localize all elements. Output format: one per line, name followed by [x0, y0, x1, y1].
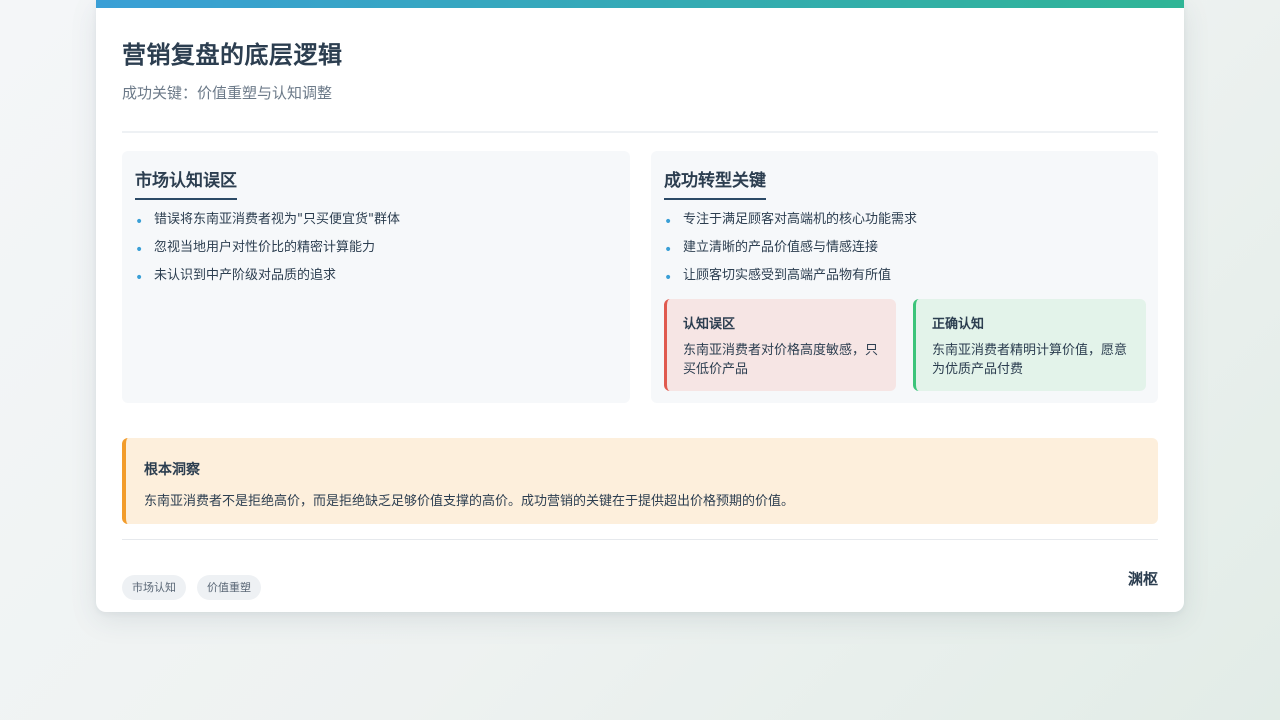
list-item: • 让顾客切实感受到高端产品物有所值 — [664, 267, 917, 295]
list-item-text: 建立清晰的产品价值感与情感连接 — [683, 240, 879, 255]
brand-name: 渊枢 — [1127, 570, 1158, 588]
bullet-list: • 专注于满足顾客对高端机的核心功能需求 • 建立清晰的产品价值感与情感连接 • 让顾… — [664, 211, 917, 295]
wrong-perception-text: 东南亚消费者对价格高度敏感，只买低价产品 — [683, 343, 879, 377]
bullet-dot-icon: • — [135, 214, 144, 230]
bullet-dot-icon: • — [135, 270, 144, 286]
wrong-perception-box: 认知误区 东南亚消费者对价格高度敏感，只买低价产品 — [664, 299, 896, 391]
list-item-text: 让顾客切实感受到高端产品物有所值 — [683, 268, 892, 283]
insight-callout: 根本洞察 东南亚消费者不是拒绝高价，而是拒绝缺乏足够价值支撑的高价。成功营销的关… — [122, 438, 1158, 524]
correct-perception-text: 东南亚消费者精明计算价值，愿意为优质产品付费 — [932, 343, 1128, 377]
correct-perception-box: 正确认知 东南亚消费者精明计算价值，愿意为优质产品付费 — [913, 299, 1146, 391]
list-item-text: 错误将东南亚消费者视为"只买便宜货"群体 — [154, 212, 400, 227]
insight-text: 东南亚消费者不是拒绝高价，而是拒绝缺乏足够价值支撑的高价。成功营销的关键在于提供… — [144, 494, 795, 509]
tag-value-reshape[interactable]: 价值重塑 — [197, 575, 261, 600]
page-subtitle: 成功关键：价值重塑与认知调整 — [122, 84, 333, 102]
top-accent-bar — [96, 0, 1184, 8]
bullet-dot-icon: • — [664, 242, 673, 258]
content-card: 营销复盘的底层逻辑 成功关键：价值重塑与认知调整 市场认知误区 • 错误将东南亚消… — [96, 0, 1184, 612]
list-item-text: 忽视当地用户对性价比的精密计算能力 — [154, 240, 376, 255]
bullet-dot-icon: • — [135, 242, 144, 258]
correct-perception-title: 正确认知 — [932, 317, 985, 332]
success-panel: 成功转型关键 • 专注于满足顾客对高端机的核心功能需求 • 建立清晰的产品价值感与情… — [651, 151, 1158, 403]
list-item: • 建立清晰的产品价值感与情感连接 — [664, 239, 917, 267]
footer-divider — [122, 539, 1158, 540]
list-item: • 忽视当地用户对性价比的精密计算能力 — [135, 239, 400, 267]
bullet-dot-icon: • — [664, 270, 673, 286]
bullet-list: • 错误将东南亚消费者视为"只买便宜货"群体 • 忽视当地用户对性价比的精密计算能力… — [135, 211, 400, 295]
wrong-perception-title: 认知误区 — [683, 317, 736, 332]
panel-title: 成功转型关键 — [664, 166, 766, 200]
tag-list: 市场认知 价值重塑 — [122, 575, 261, 600]
insight-title: 根本洞察 — [144, 462, 200, 478]
list-item: • 错误将东南亚消费者视为"只买便宜货"群体 — [135, 211, 400, 239]
list-item-text: 专注于满足顾客对高端机的核心功能需求 — [683, 212, 918, 227]
list-item-text: 未认识到中产阶级对品质的追求 — [154, 268, 337, 283]
bullet-dot-icon: • — [664, 214, 673, 230]
misconception-panel: 市场认知误区 • 错误将东南亚消费者视为"只买便宜货"群体 • 忽视当地用户对性价比… — [122, 151, 630, 403]
header-divider — [122, 131, 1158, 133]
page-title: 营销复盘的底层逻辑 — [122, 41, 343, 69]
panel-title: 市场认知误区 — [135, 166, 237, 200]
tag-market-perception[interactable]: 市场认知 — [122, 575, 186, 600]
list-item: • 专注于满足顾客对高端机的核心功能需求 — [664, 211, 917, 239]
list-item: • 未认识到中产阶级对品质的追求 — [135, 267, 400, 295]
